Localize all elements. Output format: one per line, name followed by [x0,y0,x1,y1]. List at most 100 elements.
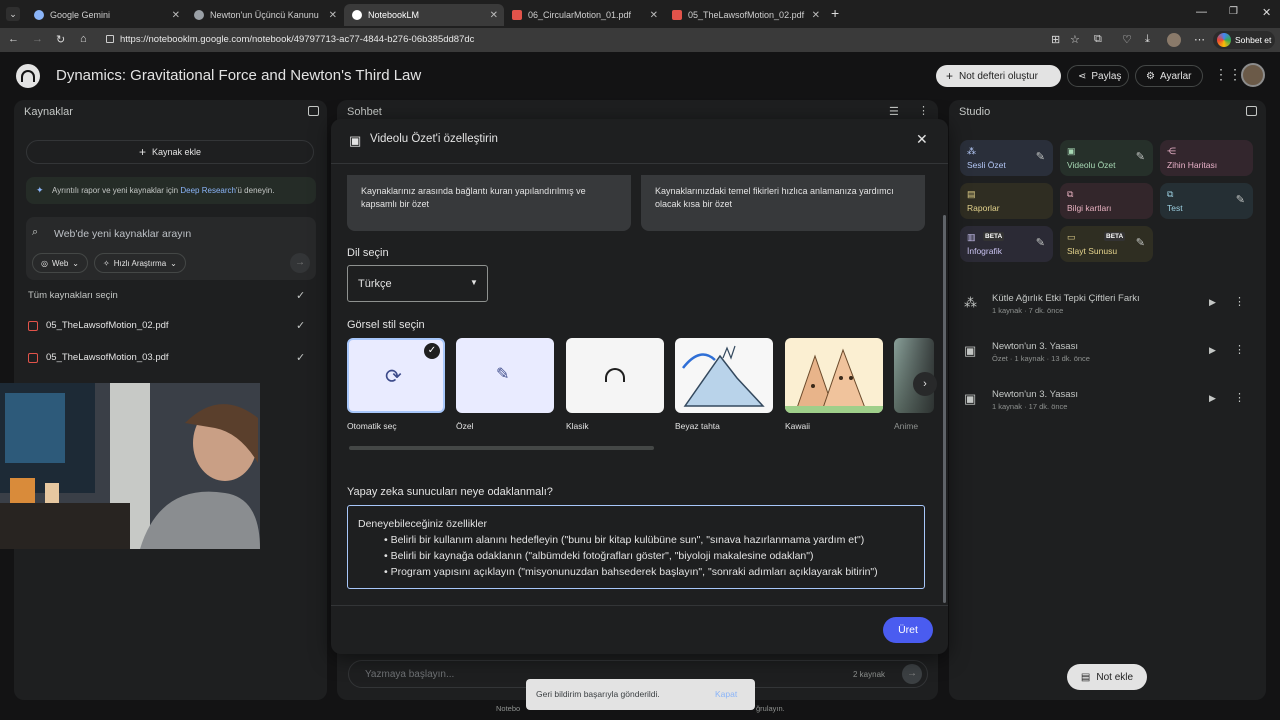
tab-list-icon[interactable]: ⌄ [6,7,20,21]
focus-textarea[interactable]: Deneyebileceğiniz özellikler • Belirli b… [347,505,925,589]
close-icon[interactable]: ✕ [172,10,180,21]
notebook-title[interactable]: Dynamics: Gravitational Force and Newton… [56,67,421,84]
tile-infographic[interactable]: ▥ BETA İnfografik ✎ [960,226,1053,262]
tab-laws-of-motion-pdf[interactable]: 05_TheLawsofMotion_02.pdf ✕ [664,4,826,26]
chevron-down-icon: ⌄ [170,258,177,268]
tab-notebooklm[interactable]: NotebookLM ✕ [344,4,504,26]
tile-video-overview[interactable]: ▣ Videolu Özet ✎ [1060,140,1153,176]
favorite-star-icon[interactable]: ☆ [1070,33,1080,46]
tab-circular-motion-pdf[interactable]: 06_CircularMotion_01.pdf ✕ [504,4,664,26]
more-vert-icon[interactable]: ⋮ [1234,391,1245,404]
web-source-chip[interactable]: ◎ Web ⌄ [32,253,88,273]
deep-research-promo[interactable]: ✦ Ayrıntılı rapor ve yeni kaynaklar için… [26,177,316,204]
close-icon[interactable]: ✕ [812,10,820,21]
style-scrollbar[interactable] [349,446,654,450]
lock-icon[interactable] [106,35,114,43]
user-avatar[interactable] [1241,63,1265,87]
tile-reports[interactable]: ▤ Raporlar [960,183,1053,219]
format-option-brief[interactable]: Kaynaklarınızdaki temel fikirleri hızlıc… [641,175,925,231]
style-classic[interactable] [566,338,664,413]
close-icon[interactable]: ✕ [650,10,658,21]
search-icon: ⌕ [32,226,39,238]
tile-flashcards[interactable]: ⧉ Bilgi kartları [1060,183,1153,219]
reload-icon[interactable]: ↻ [56,33,65,46]
source-checkbox[interactable]: ✓ [296,320,308,332]
language-select[interactable]: Türkçe ▼ [347,265,488,302]
downloads-icon[interactable]: ⤓ [1145,33,1150,46]
close-icon[interactable]: ✕ [916,131,928,148]
browser-chat-button[interactable]: Sohbet et [1213,31,1275,49]
deep-research-link[interactable]: Deep Research [180,186,236,195]
profile-avatar[interactable] [1167,33,1181,47]
more-vert-icon[interactable]: ⋮ [1234,295,1245,308]
research-mode-chip[interactable]: ✧ Hızlı Araştırma ⌄ [94,253,186,273]
apps-grid-icon[interactable]: ⋮⋮ [1214,66,1242,83]
close-icon[interactable]: ✕ [329,10,337,21]
tile-slide-deck[interactable]: ▭ BETA Slayt Sunusu ✎ [1060,226,1153,262]
snackbar-close-button[interactable]: Kapat [715,689,737,699]
window-close-icon[interactable]: ✕ [1262,6,1271,19]
artifact-item[interactable]: ▣ Newton'un 3. Yasası 1 kaynak · 17 dk. … [960,389,1250,419]
edit-icon[interactable]: ✎ [1136,150,1145,163]
url-field[interactable]: https://notebooklm.google.com/notebook/4… [104,31,1114,49]
artifact-title: Newton'un 3. Yasası [992,389,1078,400]
scroll-right-button[interactable]: › [913,372,937,396]
tab-google-gemini[interactable]: Google Gemini ✕ [26,4,186,26]
apps-icon[interactable]: ⊞ [1051,33,1060,46]
settings-button[interactable]: ⚙ Ayarlar [1135,65,1203,87]
send-icon[interactable]: → [902,664,922,684]
source-checkbox[interactable]: ✓ [296,352,308,364]
style-whiteboard[interactable] [675,338,773,413]
add-note-button[interactable]: ▤ Not ekle [1067,664,1147,690]
play-icon[interactable]: ▶ [1209,345,1216,356]
extensions-icon[interactable]: ⧉ [1094,33,1102,46]
tile-quiz[interactable]: ⧉ Test ✎ [1160,183,1253,219]
more-vert-icon[interactable]: ⋮ [918,104,929,117]
add-note-label: Not ekle [1096,671,1134,683]
style-auto[interactable]: ⟳ ✓ [347,338,445,413]
generate-button[interactable]: Üret [883,617,933,643]
edit-icon[interactable]: ✎ [1036,150,1045,163]
artifact-item[interactable]: ⁂ Kütle Ağırlık Etki Tepki Çiftleri Fark… [960,293,1250,323]
style-kawaii[interactable] [785,338,883,413]
tile-audio-overview[interactable]: ⁂ Sesli Özet ✎ [960,140,1053,176]
play-icon[interactable]: ▶ [1209,297,1216,308]
tune-icon[interactable]: ☰ [889,105,899,118]
add-source-button[interactable]: + Kaynak ekle [26,140,314,164]
more-vert-icon[interactable]: ⋮ [1234,343,1245,356]
tile-label: Raporlar [967,203,1000,213]
create-notebook-label: Not defteri oluştur [959,70,1038,82]
source-item[interactable]: 05_TheLawsofMotion_03.pdf [28,352,169,363]
style-custom[interactable]: ✎ [456,338,554,413]
notebooklm-logo[interactable] [16,64,40,88]
back-icon[interactable]: ← [8,33,19,45]
submit-search-icon[interactable]: → [290,253,310,273]
collapse-panel-icon[interactable] [1246,106,1257,116]
tile-mind-map[interactable]: ⋲ Zihin Haritası [1160,140,1253,176]
close-icon[interactable]: ✕ [490,10,498,21]
dialog-footer-divider [331,605,948,606]
collapse-panel-icon[interactable] [308,106,319,116]
artifact-item[interactable]: ▣ Newton'un 3. Yasası Özet · 1 kaynak · … [960,341,1250,371]
play-icon[interactable]: ▶ [1209,393,1216,404]
select-all-row[interactable]: Tüm kaynakları seçin [28,290,118,301]
home-icon[interactable]: ⌂ [80,33,87,45]
restore-icon[interactable]: ❐ [1229,6,1238,17]
edit-icon[interactable]: ✎ [1036,236,1045,249]
edit-icon[interactable]: ✎ [1136,236,1145,249]
forward-icon[interactable]: → [32,33,43,45]
new-tab-icon[interactable]: + [831,5,839,21]
source-item[interactable]: 05_TheLawsofMotion_02.pdf [28,320,169,331]
webcam-image [0,383,260,549]
edit-icon[interactable]: ✎ [1236,193,1245,206]
web-search-input[interactable]: Web'de yeni kaynaklar arayın [54,228,191,240]
more-icon[interactable]: ⋯ [1194,33,1205,46]
minimize-icon[interactable]: — [1196,6,1207,18]
share-button[interactable]: ⋖ Paylaş [1067,65,1129,87]
performance-icon[interactable]: ♡ [1122,33,1132,46]
dialog-scrollbar[interactable] [943,215,946,603]
tab-newton-third-law[interactable]: Newton'un Üçüncü Kanunu ✕ [186,4,343,26]
create-notebook-button[interactable]: + Not defteri oluştur [936,65,1061,87]
format-option-explainer[interactable]: Kaynaklarınız arasında bağlantı kuran ya… [347,175,631,231]
select-all-checkbox[interactable]: ✓ [296,290,308,302]
